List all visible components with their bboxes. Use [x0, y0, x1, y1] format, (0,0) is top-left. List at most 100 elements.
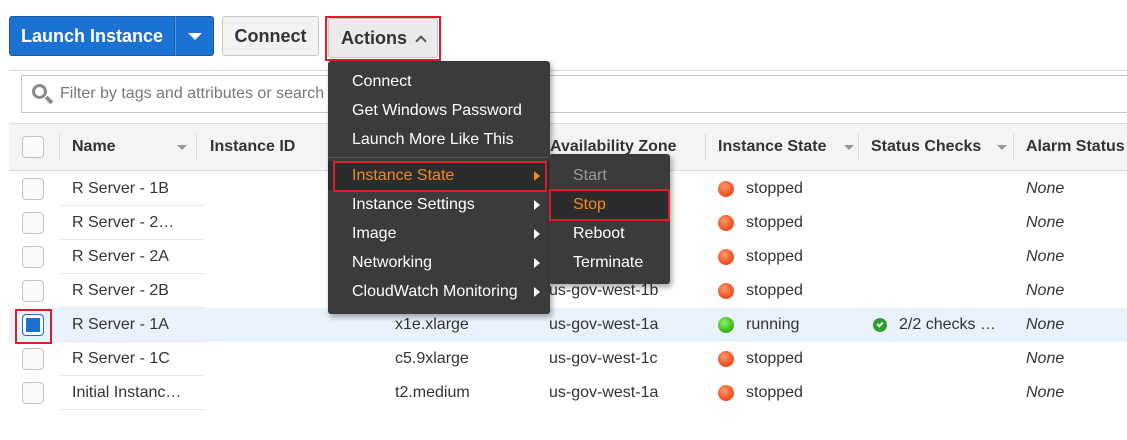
- check-circle-icon: [873, 318, 887, 332]
- submenu-item-start[interactable]: Start: [549, 161, 670, 190]
- instance-state-label: stopped: [746, 214, 803, 231]
- selected-row-highlight-box: [15, 309, 52, 344]
- menu-item-image[interactable]: Image: [328, 219, 550, 248]
- row-checkbox[interactable]: [22, 382, 44, 404]
- cell-status-checks: 2/2 checks …: [873, 308, 996, 342]
- menu-item-get-windows-password[interactable]: Get Windows Password: [328, 96, 550, 125]
- column-header-instance-id-label: Instance ID: [210, 138, 296, 155]
- row-checkbox[interactable]: [22, 178, 44, 200]
- menu-item-instance-settings[interactable]: Instance Settings: [328, 190, 550, 219]
- cell-instance-type: c5.9xlarge: [395, 350, 469, 367]
- instance-state-label: running: [746, 316, 800, 333]
- row-checkbox[interactable]: [22, 348, 44, 370]
- menu-item-networking-label: Networking: [352, 253, 433, 271]
- chevron-right-icon: [534, 200, 540, 210]
- cell-alarm-status: None: [1026, 180, 1065, 197]
- table-row[interactable]: Initial Instanc… t2.medium us-gov-west-1a s…: [9, 376, 1127, 410]
- menu-item-launch-more-like-this[interactable]: Launch More Like This: [328, 125, 550, 154]
- row-checkbox[interactable]: [22, 280, 44, 302]
- submenu-item-terminate[interactable]: Terminate: [549, 248, 670, 277]
- chevron-right-icon: [534, 287, 540, 297]
- column-divider: [59, 134, 60, 160]
- column-divider: [1013, 134, 1014, 160]
- column-header-instance-state[interactable]: Instance State: [718, 124, 858, 170]
- column-divider: [858, 134, 859, 160]
- cell-name: R Server - 2A: [60, 240, 205, 274]
- cell-alarm-status: None: [1026, 248, 1065, 265]
- stopped-status-icon: [718, 385, 734, 401]
- cell-alarm-status: None: [1026, 282, 1065, 299]
- menu-item-connect[interactable]: Connect: [328, 67, 550, 96]
- cell-instance-state: stopped: [718, 274, 803, 308]
- cell-alarm-status: None: [1026, 384, 1065, 401]
- search-icon: [30, 82, 54, 106]
- cell-availability-zone: us-gov-west-1a: [549, 384, 659, 401]
- stopped-status-icon: [718, 351, 734, 367]
- cell-alarm-status: None: [1026, 316, 1065, 333]
- stopped-status-icon: [718, 249, 734, 265]
- column-header-alarm-status[interactable]: Alarm Status: [1026, 124, 1127, 170]
- instance-state-label: stopped: [746, 248, 803, 265]
- column-divider: [705, 134, 706, 160]
- instance-state-label: stopped: [746, 282, 803, 299]
- column-header-name-label: Name: [72, 138, 116, 155]
- table-row[interactable]: R Server - 1C c5.9xlarge us-gov-west-1c sto…: [9, 342, 1127, 376]
- instance-state-highlight-box: [333, 161, 547, 192]
- status-checks-label: 2/2 checks …: [899, 316, 996, 333]
- sort-icon: [177, 145, 187, 150]
- column-header-status-checks[interactable]: Status Checks: [871, 124, 1011, 170]
- cell-instance-state: stopped: [718, 342, 803, 376]
- instance-state-label: stopped: [746, 180, 803, 197]
- cell-instance-state: stopped: [718, 240, 803, 274]
- stopped-status-icon: [718, 215, 734, 231]
- cell-name: R Server - 1C: [60, 342, 205, 376]
- cell-name: R Server - 1A: [60, 308, 205, 342]
- cell-alarm-status: None: [1026, 214, 1065, 231]
- column-header-status-checks-label: Status Checks: [871, 138, 982, 155]
- column-divider: [196, 134, 197, 160]
- stopped-status-icon: [718, 181, 734, 197]
- connect-button[interactable]: Connect: [222, 16, 319, 56]
- cell-name: R Server - 2…: [60, 206, 205, 240]
- select-all-checkbox[interactable]: [22, 136, 44, 158]
- cell-availability-zone: us-gov-west-1c: [549, 350, 658, 367]
- column-header-instance-state-label: Instance State: [718, 138, 827, 155]
- row-checkbox[interactable]: [22, 246, 44, 268]
- menu-item-instance-settings-label: Instance Settings: [352, 195, 475, 213]
- table-row[interactable]: R Server - 1A x1e.xlarge us-gov-west-1a run…: [9, 308, 1127, 342]
- instance-state-label: stopped: [746, 350, 803, 367]
- cell-instance-state: stopped: [718, 206, 803, 240]
- launch-instance-button[interactable]: Launch Instance: [9, 16, 175, 56]
- cell-instance-state: stopped: [718, 172, 803, 206]
- actions-highlight-box: [325, 16, 441, 61]
- column-header-alarm-status-label: Alarm Status: [1026, 138, 1125, 155]
- cell-name: R Server - 1B: [60, 172, 205, 206]
- cell-name: R Server - 2B: [60, 274, 205, 308]
- menu-item-cloudwatch-monitoring[interactable]: CloudWatch Monitoring: [328, 277, 550, 306]
- chevron-right-icon: [534, 258, 540, 268]
- cell-instance-state: running: [718, 308, 799, 342]
- cell-availability-zone: us-gov-west-1a: [549, 316, 659, 333]
- column-header-name[interactable]: Name: [72, 124, 192, 170]
- chevron-right-icon: [534, 229, 540, 239]
- cell-instance-type: t2.medium: [395, 384, 470, 401]
- menu-item-networking[interactable]: Networking: [328, 248, 550, 277]
- cell-name: Initial Instanc…: [60, 376, 205, 410]
- cell-alarm-status: None: [1026, 350, 1065, 367]
- instance-state-label: stopped: [746, 384, 803, 401]
- menu-item-cloudwatch-monitoring-label: CloudWatch Monitoring: [352, 282, 518, 300]
- submenu-item-reboot[interactable]: Reboot: [549, 219, 670, 248]
- menu-divider: [328, 157, 550, 158]
- toolbar-divider: [9, 70, 1127, 71]
- cell-instance-state: stopped: [718, 376, 803, 410]
- running-status-icon: [718, 317, 734, 333]
- menu-item-image-label: Image: [352, 224, 397, 242]
- stopped-status-icon: [718, 283, 734, 299]
- chevron-down-icon: [187, 32, 202, 40]
- sort-icon: [844, 145, 854, 150]
- stop-highlight-box: [549, 189, 670, 221]
- sort-icon: [997, 145, 1007, 150]
- launch-options-dropdown-button[interactable]: [175, 16, 214, 56]
- row-checkbox[interactable]: [22, 212, 44, 234]
- filter-search-box[interactable]: [21, 75, 1127, 113]
